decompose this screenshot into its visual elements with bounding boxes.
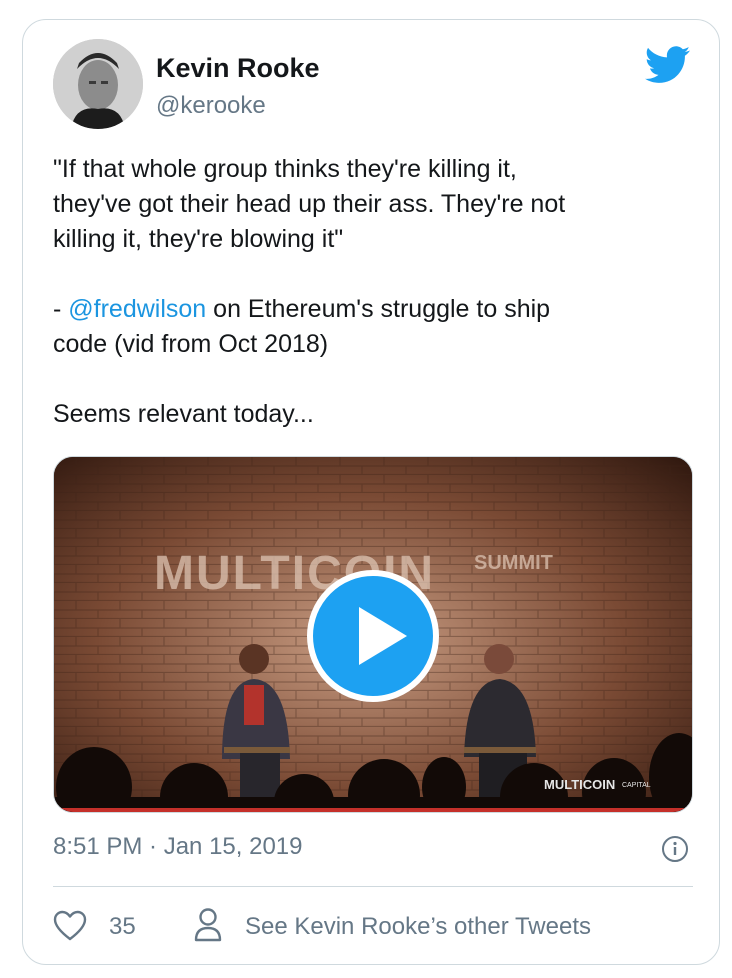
video-player[interactable]: MULTICOIN SUMMIT MULTICOIN CAPITAL xyxy=(53,456,693,813)
tweet-timestamp[interactable]: 8:51 PM · Jan 15, 2019 xyxy=(53,833,303,861)
info-icon[interactable] xyxy=(661,835,689,863)
heart-icon[interactable] xyxy=(53,910,87,942)
twitter-bird-icon[interactable] xyxy=(645,46,691,84)
watermark-multicoin: MULTICOIN xyxy=(544,777,615,792)
sign-summit: SUMMIT xyxy=(474,552,553,574)
like-count[interactable]: 35 xyxy=(109,913,136,941)
divider xyxy=(53,886,693,887)
video-progress-bar[interactable] xyxy=(54,808,692,812)
other-tweets-link[interactable]: See Kevin Rooke’s other Tweets xyxy=(245,913,591,941)
tweet-attribution: - @fredwilson on Ethereum's struggle to … xyxy=(53,292,693,362)
avatar[interactable] xyxy=(53,39,143,129)
tweet-card: Kevin Rooke @kerooke "If that whole grou… xyxy=(22,19,720,965)
tweet-closing: Seems relevant today... xyxy=(53,400,314,428)
person-icon[interactable] xyxy=(193,907,223,943)
author-handle[interactable]: @kerooke xyxy=(156,92,266,120)
author-name[interactable]: Kevin Rooke xyxy=(156,53,320,84)
tweet-quote: "If that whole group thinks they're kill… xyxy=(53,155,566,253)
attribution-prefix: - xyxy=(53,295,69,323)
watermark-capital: CAPITAL xyxy=(622,782,651,789)
play-button[interactable] xyxy=(307,570,439,702)
mention-link[interactable]: @fredwilson xyxy=(68,295,206,323)
tweet-text: "If that whole group thinks they're kill… xyxy=(53,152,693,432)
avatar-photo xyxy=(53,39,143,129)
